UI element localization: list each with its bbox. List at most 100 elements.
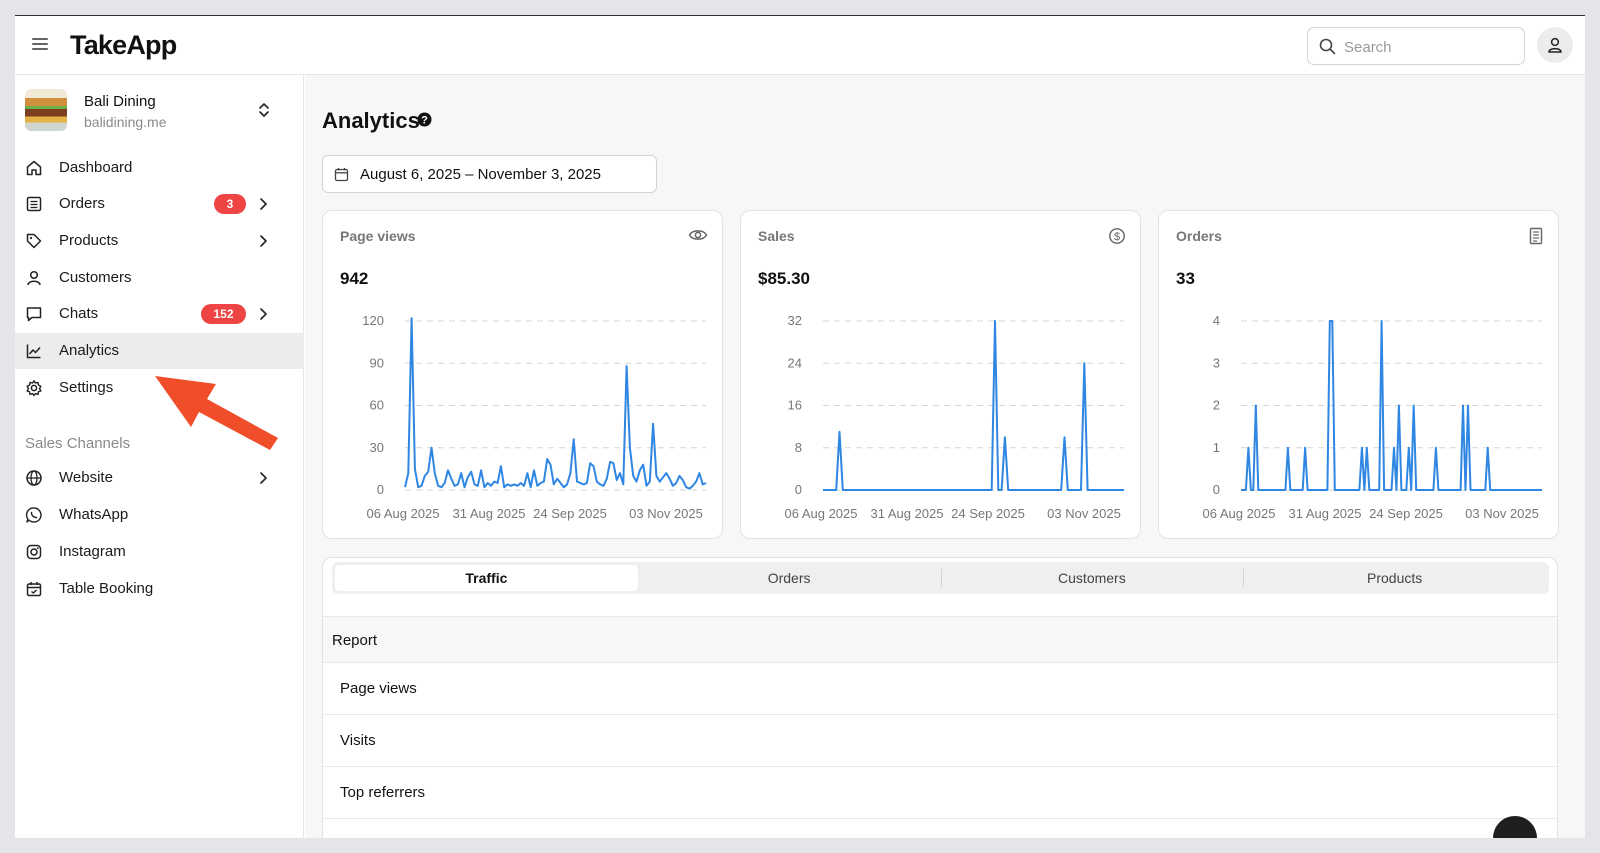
x-tick-label: 31 Aug 2025 [452,506,525,521]
home-icon [26,160,42,176]
y-tick-label: 32 [788,313,802,328]
x-tick-label: 03 Nov 2025 [629,506,703,521]
y-tick-label: 90 [370,355,384,370]
search-input[interactable] [1344,36,1514,58]
sidebar-item-label: Dashboard [59,159,133,176]
page-title: Analytics [322,108,420,133]
help-icon[interactable]: ? [417,112,432,127]
y-tick-label: 120 [362,313,384,328]
line-chart-icon [26,344,41,359]
sales-card: Sales $ $85.30 0 8 16 24 32 06 Aug 2025 31 Aug… [740,210,1141,539]
y-tick-label: 2 [1213,398,1220,413]
store-switcher[interactable]: Bali Dining balidining.me [25,89,295,135]
y-tick-label: 4 [1213,313,1220,328]
y-tick-label: 0 [377,482,384,497]
dollar-circle-icon: $ [1109,228,1125,244]
sidebar-item-label: Table Booking [59,580,154,597]
svg-text:?: ? [421,114,428,126]
y-tick-label: 30 [370,440,384,455]
y-tick-label: 0 [1213,482,1220,497]
report-row-label: Page views [340,680,417,697]
top-bar: TakeApp [15,16,1585,75]
chat-icon [26,307,42,322]
tab-orders[interactable]: Orders [638,565,941,591]
card-title: Page views [340,228,416,244]
report-heading: Report [332,632,378,649]
sidebar-item-label: Chats [59,305,99,322]
x-tick-label: 24 Sep 2025 [1369,506,1443,521]
sidebar-item-label: Orders [59,195,105,212]
date-range-text: August 6, 2025 – November 3, 2025 [360,166,601,183]
sidebar-item-dashboard[interactable]: Dashboard [15,150,304,186]
y-tick-label: 0 [795,482,802,497]
x-tick-label: 03 Nov 2025 [1465,506,1539,521]
page-views-card: Page views 942 0 30 60 90 120 06 Aug 2025 31 A… [322,210,723,539]
brand-logo[interactable]: TakeApp [70,30,177,61]
svg-text:$: $ [1114,231,1120,243]
gear-icon [26,380,42,397]
y-tick-label: 3 [1213,355,1220,370]
store-avatar [25,89,67,131]
sidebar-item-label: Instagram [59,543,126,560]
instagram-icon [26,544,42,560]
chevron-right-icon [260,308,267,320]
tab-products[interactable]: Products [1243,565,1546,591]
sidebar: Bali Dining balidining.me Dashboard Orde… [15,75,304,838]
report-header: Report [323,616,1557,663]
x-tick-label: 06 Aug 2025 [1202,506,1275,521]
report-row-top-referrers[interactable]: Top referrers [323,767,1557,819]
y-tick-label: 8 [795,440,802,455]
orders-icon [26,196,42,212]
chats-count-badge: 152 [201,304,246,324]
x-tick-label: 06 Aug 2025 [784,506,857,521]
sales-channels-heading: Sales Channels [25,435,131,452]
chevron-up-down-icon [259,103,269,117]
tab-traffic[interactable]: Traffic [335,565,638,591]
y-tick-label: 24 [788,355,802,370]
sidebar-item-analytics[interactable]: Analytics [15,333,304,369]
report-row-visits[interactable]: Visits [323,715,1557,767]
menu-icon[interactable] [32,38,48,52]
sidebar-item-label: Customers [59,269,132,286]
y-tick-label: 1 [1213,440,1220,455]
orders-chart: 0 1 2 3 4 06 Aug 2025 31 Aug 2025 24 Sep 2025 03… [1202,313,1542,521]
user-icon [1548,37,1562,53]
sidebar-item-chats[interactable]: Chats 152 [15,296,304,332]
search-icon [1319,38,1336,55]
sidebar-item-table-booking[interactable]: Table Booking [15,571,304,607]
sidebar-item-products[interactable]: Products [15,223,304,259]
x-tick-label: 06 Aug 2025 [366,506,439,521]
sidebar-item-label: Analytics [59,342,120,359]
y-tick-label: 16 [788,398,802,413]
sidebar-item-label: Settings [59,379,114,396]
card-value: 942 [340,269,369,288]
sidebar-item-customers[interactable]: Customers [15,260,304,296]
chevron-right-icon [260,198,267,210]
calendar-check-icon [26,582,42,597]
tag-icon [26,233,42,249]
calendar-icon [334,168,349,182]
annotation-arrow [155,376,278,450]
chevron-right-icon [260,235,267,247]
x-tick-label: 24 Sep 2025 [533,506,607,521]
report-row-page-views[interactable]: Page views [323,663,1557,715]
sidebar-item-orders[interactable]: Orders 3 [15,186,304,222]
sidebar-item-whatsapp[interactable]: WhatsApp [15,497,304,533]
card-title: Orders [1176,228,1222,244]
store-url: balidining.me [84,114,167,130]
tab-customers[interactable]: Customers [940,565,1244,591]
search-box[interactable] [1307,27,1525,65]
page-views-chart: 0 30 60 90 120 06 Aug 2025 31 Aug 2025 24 Sep 2… [362,313,707,521]
sidebar-item-website[interactable]: Website [15,460,304,496]
app-window: TakeApp Bali Dining balidining.me Dashbo… [15,15,1585,838]
sales-chart: 0 8 16 24 32 06 Aug 2025 31 Aug 2025 24 Sep 202… [784,313,1124,521]
account-button[interactable] [1537,27,1573,63]
y-tick-label: 60 [370,398,384,413]
store-name: Bali Dining [84,93,156,110]
x-tick-label: 31 Aug 2025 [870,506,943,521]
whatsapp-icon [25,507,42,523]
sidebar-item-label: Products [59,232,119,249]
sidebar-item-instagram[interactable]: Instagram [15,534,304,570]
orders-count-badge: 3 [214,194,246,214]
date-range-picker[interactable]: August 6, 2025 – November 3, 2025 [322,155,657,193]
